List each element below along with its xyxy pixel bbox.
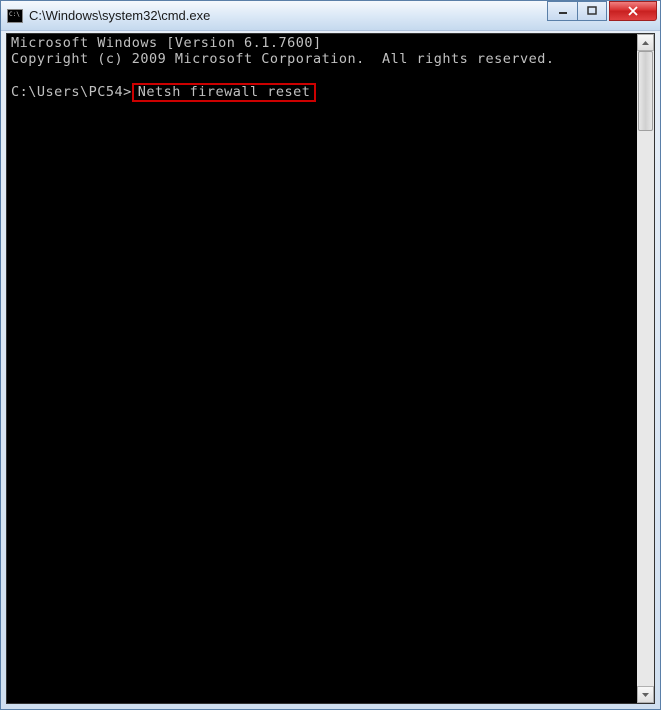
scroll-track[interactable] [637,51,654,686]
titlebar[interactable]: C:\Windows\system32\cmd.exe [1,1,660,31]
minimize-button[interactable] [547,1,577,21]
maximize-button[interactable] [577,1,607,21]
maximize-icon [587,6,597,16]
scroll-up-button[interactable] [637,34,654,51]
cmd-icon [7,9,23,23]
terminal-line-copyright: Copyright (c) 2009 Microsoft Corporation… [11,52,650,68]
vertical-scrollbar [637,34,654,703]
terminal-line-version: Microsoft Windows [Version 6.1.7600] [11,36,650,52]
chevron-down-icon [642,693,649,697]
close-button[interactable] [609,1,657,21]
close-icon [627,6,639,16]
terminal-prompt: C:\Users\PC54> [11,84,132,100]
terminal-area[interactable]: Microsoft Windows [Version 6.1.7600]Copy… [6,33,655,704]
scroll-down-button[interactable] [637,686,654,703]
terminal-content: Microsoft Windows [Version 6.1.7600]Copy… [7,34,654,104]
terminal-blank-line [11,67,650,83]
terminal-command: Netsh firewall reset [138,84,311,100]
scroll-thumb[interactable] [638,51,653,131]
chevron-up-icon [642,41,649,45]
cmd-window: C:\Windows\system32\cmd.exe Microsoft Wi… [0,0,661,710]
minimize-icon [558,6,568,16]
command-highlight-box: Netsh firewall reset [132,83,317,103]
window-controls [547,1,657,23]
